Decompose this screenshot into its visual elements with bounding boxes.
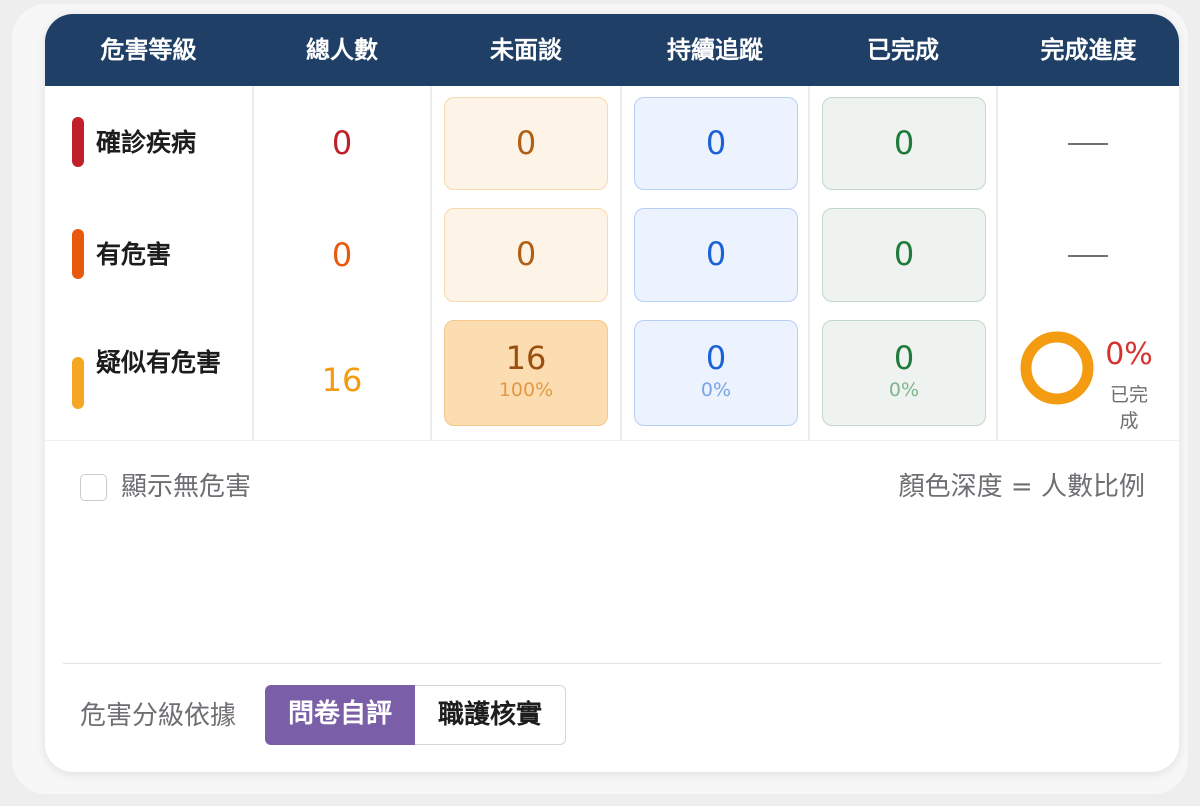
app-frame: 危害等級 總人數 未面談 持續追蹤 已完成 完成進度 確診疾病 0 0 0 0 … [12,4,1188,794]
not-interviewed-count: 0 [515,235,537,273]
color-depth-legend: 顏色深度 = 人數比例 [898,472,1145,502]
tracking-count: 0 [705,124,727,162]
tracking-count: 0 [705,235,727,273]
hazard-summary-card: 危害等級 總人數 未面談 持續追蹤 已完成 完成進度 確診疾病 0 0 0 0 … [45,14,1179,772]
not-interviewed-count: 0 [515,124,537,162]
grade-name: 確診疾病 [96,128,197,157]
basis-option-nurse-verified[interactable]: 職護核實 [415,685,566,745]
grade-color-bar [72,229,84,279]
total-count: 0 [331,236,353,274]
progress-percent: 0% [1105,337,1153,372]
completed-cell[interactable]: 0 0% [822,320,986,426]
table-header: 危害等級 總人數 未面談 持續追蹤 已完成 完成進度 [45,14,1179,86]
tracking-percent: 0% [700,379,732,401]
basis-option-self-assessment[interactable]: 問卷自評 [265,685,415,745]
progress-empty [1068,143,1108,145]
column-divider [620,86,622,440]
table-body: 確診疾病 0 0 0 0 有危害 0 0 0 0 疑似有危害 16 16 100… [45,86,1179,441]
progress-empty [1068,255,1108,257]
completed-percent: 0% [888,379,920,401]
col-grade-header: 危害等級 [100,36,197,64]
table-bottom-border [45,440,1179,441]
tracking-count: 0 [705,339,727,377]
column-divider [808,86,810,440]
tracking-cell[interactable]: 0 [634,97,798,190]
progress-label: 已完成 [1109,384,1148,432]
not-interviewed-count: 16 [505,339,547,377]
tracking-cell[interactable]: 0 [634,208,798,302]
col-total-header: 總人數 [306,36,378,64]
col-progress-header: 完成進度 [1040,36,1137,64]
grade-name: 有危害 [96,240,172,269]
tracking-cell[interactable]: 0 0% [634,320,798,426]
completed-cell[interactable]: 0 [822,208,986,302]
progress-ring [1020,331,1094,405]
show-no-hazard-checkbox[interactable] [80,474,107,501]
col-not-interviewed-header: 未面談 [490,36,562,64]
total-count: 16 [321,361,363,399]
completed-count: 0 [893,339,915,377]
col-completed-header: 已完成 [867,36,939,64]
total-count: 0 [331,124,353,162]
progress-ring-track [1020,331,1094,405]
completed-count: 0 [893,235,915,273]
grade-color-bar [72,117,84,167]
grade-name: 疑似有危害 [96,348,222,377]
column-divider [996,86,998,440]
completed-cell[interactable]: 0 [822,97,986,190]
basis-label: 危害分級依據 [80,701,237,731]
not-interviewed-cell[interactable]: 16 100% [444,320,608,426]
show-no-hazard-label[interactable]: 顯示無危害 [121,469,251,505]
col-tracking-header: 持續追蹤 [667,36,763,64]
not-interviewed-cell[interactable]: 0 [444,208,608,302]
column-divider [430,86,432,440]
section-divider [63,663,1161,664]
not-interviewed-percent: 100% [498,379,554,401]
not-interviewed-cell[interactable]: 0 [444,97,608,190]
completed-count: 0 [893,124,915,162]
grade-color-bar [72,357,84,409]
